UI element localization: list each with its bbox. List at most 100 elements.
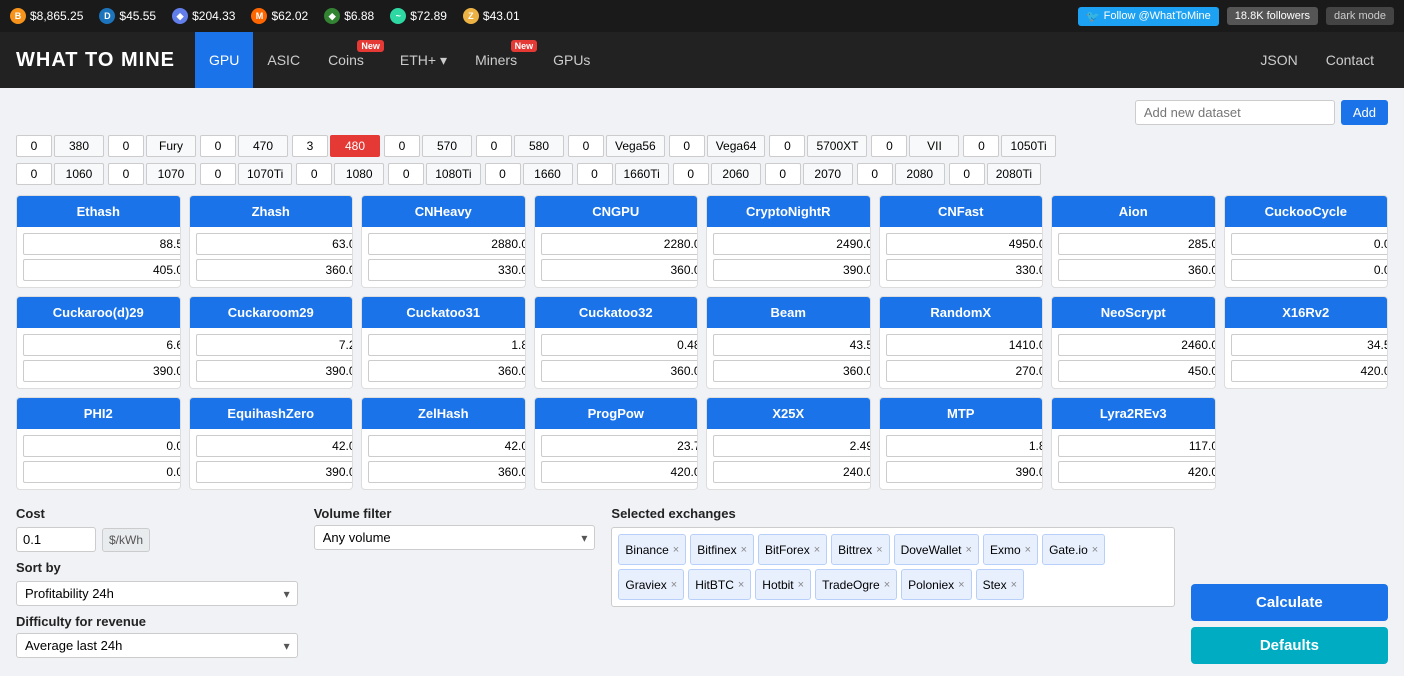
nav-item-gpu[interactable]: GPU [195,32,253,88]
gpu-btn-1070ti[interactable]: 1070Ti [238,163,292,185]
algo-hashrate-x25x[interactable] [713,435,871,457]
gpu-count-470[interactable] [200,135,236,157]
gpu-btn-2060[interactable]: 2060 [711,163,761,185]
gpu-count-1070ti[interactable] [200,163,236,185]
dataset-input[interactable] [1135,100,1335,125]
gpu-btn-2070[interactable]: 2070 [803,163,853,185]
gpu-count-vega64[interactable] [669,135,705,157]
gpu-count-570[interactable] [384,135,420,157]
gpu-btn-5700xt[interactable]: 5700XT [807,135,867,157]
dataset-add-button[interactable]: Add [1341,100,1388,125]
exchange-remove-exmo[interactable]: × [1025,544,1031,556]
algo-header-cuckrocycle[interactable]: CuckooCycle [1225,196,1388,227]
exchange-remove-hitbtc[interactable]: × [738,579,744,591]
algo-hashrate-progpow[interactable] [541,435,699,457]
gpu-btn-1660[interactable]: 1660 [523,163,573,185]
dark-mode-button[interactable]: dark mode [1326,7,1394,25]
algo-power-mtp[interactable] [886,461,1044,483]
gpu-count-5700xt[interactable] [769,135,805,157]
difficulty-select[interactable]: Average last 24h Average last 7d Current [16,633,298,658]
gpu-btn-480[interactable]: 480 [330,135,380,157]
gpu-btn-vii[interactable]: VII [909,135,959,157]
nav-item-gpus[interactable]: GPUs [539,32,604,88]
algo-hashrate-phi2[interactable] [23,435,181,457]
algo-power-cngpu[interactable] [541,259,699,281]
volume-select[interactable]: Any volume > $1K > $10K [314,525,596,550]
gpu-btn-2080ti[interactable]: 2080Ti [987,163,1041,185]
algo-header-zhash[interactable]: Zhash [190,196,353,227]
algo-hashrate-cuckrocycle[interactable] [1231,233,1389,255]
gpu-btn-1050ti[interactable]: 1050Ti [1001,135,1055,157]
gpu-btn-1080ti[interactable]: 1080Ti [426,163,480,185]
algo-hashrate-mtp[interactable] [886,435,1044,457]
gpu-count-1660[interactable] [485,163,521,185]
gpu-count-fury[interactable] [108,135,144,157]
algo-hashrate-cnheavy[interactable] [368,233,526,255]
cost-input[interactable] [16,527,96,552]
gpu-btn-470[interactable]: 470 [238,135,288,157]
gpu-btn-580[interactable]: 580 [514,135,564,157]
algo-header-mtp[interactable]: MTP [880,398,1043,429]
algo-hashrate-lyra2rev3[interactable] [1058,435,1216,457]
gpu-count-1080ti[interactable] [388,163,424,185]
gpu-btn-2080[interactable]: 2080 [895,163,945,185]
exchange-remove-gate.io[interactable]: × [1092,544,1098,556]
algo-hashrate-cryptonightr[interactable] [713,233,871,255]
algo-power-cryptonightr[interactable] [713,259,871,281]
gpu-count-580[interactable] [476,135,512,157]
algo-header-lyra2rev3[interactable]: Lyra2REv3 [1052,398,1215,429]
algo-hashrate-randomx[interactable] [886,334,1044,356]
nav-item-json[interactable]: JSON [1246,32,1311,88]
gpu-btn-vega64[interactable]: Vega64 [707,135,766,157]
algo-power-zelhash[interactable] [368,461,526,483]
algo-power-x25x[interactable] [713,461,871,483]
gpu-count-vii[interactable] [871,135,907,157]
algo-hashrate-cnfast[interactable] [886,233,1044,255]
nav-item-contact[interactable]: Contact [1312,32,1388,88]
exchange-remove-stex[interactable]: × [1011,579,1017,591]
algo-power-x16rv2[interactable] [1231,360,1389,382]
calculate-button[interactable]: Calculate [1191,584,1388,621]
algo-hashrate-neoscrypt[interactable] [1058,334,1216,356]
gpu-count-2070[interactable] [765,163,801,185]
algo-power-aion[interactable] [1058,259,1216,281]
algo-hashrate-equihashzero[interactable] [196,435,354,457]
exchange-remove-graviex[interactable]: × [671,579,677,591]
gpu-count-2060[interactable] [673,163,709,185]
exchange-remove-dovewallet[interactable]: × [966,544,972,556]
gpu-count-vega56[interactable] [568,135,604,157]
gpu-count-2080[interactable] [857,163,893,185]
nav-item-coins[interactable]: Coins New [314,32,386,88]
defaults-button[interactable]: Defaults [1191,627,1388,664]
algo-hashrate-beam[interactable] [713,334,871,356]
algo-power-cuckatoo31[interactable] [368,360,526,382]
follow-button[interactable]: 🐦 Follow @WhatToMine [1078,7,1219,26]
algo-header-cuckatoo32[interactable]: Cuckatoo32 [535,297,698,328]
algo-hashrate-cuckarood29[interactable] [23,334,181,356]
algo-hashrate-zhash[interactable] [196,233,354,255]
algo-header-progpow[interactable]: ProgPow [535,398,698,429]
gpu-count-480[interactable] [292,135,328,157]
algo-hashrate-cuckaroom29[interactable] [196,334,354,356]
algo-header-equihashzero[interactable]: EquihashZero [190,398,353,429]
algo-power-lyra2rev3[interactable] [1058,461,1216,483]
exchange-remove-bitforex[interactable]: × [814,544,820,556]
exchange-remove-tradeogre[interactable]: × [884,579,890,591]
algo-header-cryptonightr[interactable]: CryptoNightR [707,196,870,227]
nav-item-ethplus[interactable]: ETH+ ▾ [386,32,461,88]
algo-power-neoscrypt[interactable] [1058,360,1216,382]
gpu-count-1070[interactable] [108,163,144,185]
algo-hashrate-zelhash[interactable] [368,435,526,457]
gpu-count-1050ti[interactable] [963,135,999,157]
algo-power-cuckatoo32[interactable] [541,360,699,382]
algo-header-cngpu[interactable]: CNGPU [535,196,698,227]
nav-item-miners[interactable]: Miners New [461,32,539,88]
algo-header-x25x[interactable]: X25X [707,398,870,429]
algo-header-aion[interactable]: Aion [1052,196,1215,227]
algo-header-zelhash[interactable]: ZelHash [362,398,525,429]
exchange-remove-poloniex[interactable]: × [958,579,964,591]
algo-header-cnfast[interactable]: CNFast [880,196,1043,227]
algo-power-ethash[interactable] [23,259,181,281]
gpu-btn-1080[interactable]: 1080 [334,163,384,185]
algo-power-zhash[interactable] [196,259,354,281]
